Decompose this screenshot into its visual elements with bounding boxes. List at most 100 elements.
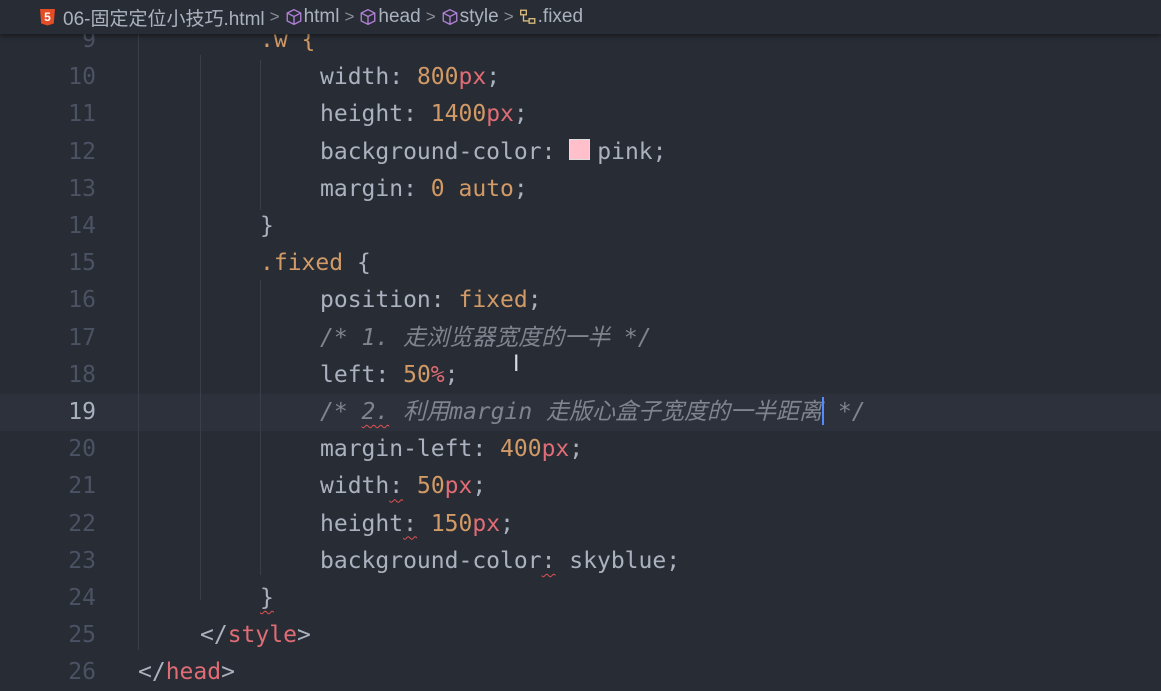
code-line[interactable]: 14} — [0, 208, 1161, 245]
code-line[interactable]: 16 position: fixed; — [0, 282, 1161, 319]
code-line[interactable]: 15 .fixed { — [0, 245, 1161, 282]
code-line[interactable]: 22 height: 150px; — [0, 506, 1161, 543]
line-number: 15 — [68, 250, 96, 277]
breadcrumb-label: head — [378, 6, 421, 27]
code-token: 50 — [403, 361, 431, 388]
code-token: } — [260, 585, 274, 611]
code-text: /* 1. 走浏览器宽度的一半 */ — [320, 320, 652, 357]
chevron-right-icon: > — [503, 7, 514, 26]
code-token: px — [458, 64, 487, 91]
code-token: ; — [527, 287, 542, 314]
indent-guide — [200, 55, 201, 600]
breadcrumb-label: .fixed — [537, 6, 584, 27]
code-token: > — [296, 622, 311, 649]
code-line[interactable]: 17 /* 1. 走浏览器宽度的一半 */ — [0, 320, 1161, 357]
code-token: 2. — [361, 399, 390, 425]
breadcrumb: 5 06-固定定位小技巧.html > html > head > style … — [0, 0, 1161, 34]
code-token: : — [389, 473, 404, 500]
code-token: % — [430, 361, 445, 388]
breadcrumb-label: style — [459, 6, 499, 27]
indent-guide — [260, 60, 261, 210]
code-token: px — [541, 436, 570, 463]
line-number: 24 — [68, 585, 96, 611]
code-text: position: fixed; — [320, 282, 542, 319]
code-line[interactable]: 19 /* 2. 利用margin 走版心盒子宽度的一半距离 */ — [0, 394, 1161, 431]
code-text: background-color: skyblue; — [320, 543, 680, 580]
code-line[interactable]: 12 background-color: pink; — [0, 134, 1161, 171]
code-text: width: 800px; — [320, 59, 500, 96]
code-token: .fixed — [260, 250, 344, 277]
code-text: } — [260, 208, 274, 245]
code-line[interactable]: 21 width: 50px; — [0, 468, 1161, 505]
code-token: 0 — [430, 175, 445, 202]
code-token: : — [472, 436, 501, 463]
code-token: width — [320, 473, 390, 500]
code-token: : — [403, 101, 431, 128]
code-token: ; — [486, 64, 501, 91]
code-line[interactable]: 23 background-color: skyblue; — [0, 543, 1161, 580]
line-number: 11 — [68, 101, 96, 128]
code-text: height: 150px; — [320, 506, 514, 543]
line-number: 16 — [68, 287, 96, 314]
code-token: > — [221, 659, 235, 686]
code-token: ; — [666, 547, 681, 574]
code-token: { — [343, 250, 371, 277]
line-number: 14 — [68, 213, 96, 239]
code-token: margin-left — [320, 436, 473, 463]
cube-icon — [360, 8, 376, 26]
selector-icon — [519, 9, 536, 24]
code-token: ; — [444, 361, 459, 388]
code-line[interactable]: 10 width: 800px; — [0, 59, 1161, 96]
code-token: style — [227, 622, 297, 649]
code-token: px — [472, 510, 501, 537]
cube-icon — [286, 8, 302, 26]
code-token: left — [320, 361, 376, 388]
code-token: */ — [824, 399, 866, 425]
breadcrumb-item-head[interactable]: head — [359, 6, 421, 28]
code-line[interactable]: 11 height: 1400px; — [0, 96, 1161, 133]
html5-file-icon: 5 — [40, 8, 55, 26]
breadcrumb-item-fixed[interactable]: .fixed — [519, 6, 583, 28]
code-token: : — [541, 547, 556, 574]
code-line[interactable]: 20 margin-left: 400px; — [0, 431, 1161, 468]
breadcrumb-label: html — [303, 6, 340, 27]
code-line[interactable]: 24} — [0, 580, 1161, 617]
code-token: background-color — [320, 138, 542, 165]
code-token: 400 — [500, 436, 542, 463]
code-token: ; — [500, 510, 514, 537]
code-token: ; — [513, 101, 528, 128]
line-number: 13 — [68, 175, 96, 202]
code-token: auto — [458, 175, 514, 202]
code-line[interactable]: 18 left: 50%; — [0, 357, 1161, 394]
code-line[interactable]: 26 </head> — [0, 654, 1161, 691]
code-token: </ — [138, 659, 166, 686]
code-line[interactable]: 13 margin: 0 auto; — [0, 171, 1161, 208]
chevron-right-icon: > — [269, 7, 280, 26]
code-line[interactable]: 25 </style> — [0, 617, 1161, 654]
code-token: 利用margin 走版心盒子宽度的一半距离 — [389, 399, 823, 425]
text-caret — [822, 396, 825, 425]
code-token: : — [403, 175, 431, 202]
color-swatch[interactable] — [569, 138, 591, 160]
line-number: 19 — [68, 399, 96, 425]
code-token: /* — [320, 399, 362, 425]
code-token: 1400 — [430, 101, 487, 128]
code-text: /* 2. 利用margin 走版心盒子宽度的一半距离 */ — [320, 394, 866, 431]
breadcrumb-item-html[interactable]: html — [285, 6, 340, 28]
code-token: : — [430, 287, 459, 314]
code-token: skyblue — [569, 547, 667, 574]
code-token: ; — [569, 436, 584, 463]
line-number: 21 — [68, 473, 96, 500]
code-token: background-color — [320, 547, 542, 574]
code-text: left: 50%; — [320, 357, 459, 394]
chevron-right-icon: > — [425, 7, 436, 26]
breadcrumb-file[interactable]: 06-固定定位小技巧.html — [63, 4, 265, 31]
code-editor[interactable]: 9 .w {10 width: 800px; 11 height: 1400px; 12 b… — [0, 0, 1161, 685]
code-token: margin — [320, 175, 404, 202]
breadcrumb-item-style[interactable]: style — [441, 6, 499, 28]
code-token: height — [320, 510, 404, 537]
code-text: } — [260, 580, 274, 617]
line-number: 10 — [68, 64, 96, 91]
